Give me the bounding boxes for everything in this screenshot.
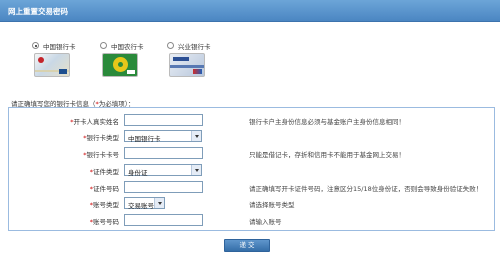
chevron-down-icon[interactable] — [191, 165, 201, 175]
label-account-number: *账号号码 — [89, 218, 119, 226]
hint-account-number: 请输入账号 — [249, 218, 282, 226]
account-type-value: 交易账号 — [128, 202, 154, 210]
card-type-value: 中国银行卡 — [128, 135, 161, 143]
hint-id-number: 请正确填写开卡证件号码，注意区分15/18位身份证，否则会导致身份验证失败！ — [249, 185, 483, 193]
cib-card-icon[interactable] — [169, 53, 205, 77]
radio-boc[interactable] — [32, 42, 39, 49]
hint-account-type: 请选择账号类型 — [249, 201, 295, 209]
id-number-input[interactable] — [124, 181, 203, 193]
account-number-input[interactable] — [124, 214, 203, 226]
page-title: 网上重置交易密码 — [8, 7, 68, 16]
page-header: 网上重置交易密码 — [0, 0, 500, 22]
chevron-down-icon[interactable] — [154, 198, 164, 208]
hint-card-number: 只能是借记卡，存折和信用卡不能用于基金网上交易！ — [249, 151, 405, 159]
account-holder-name-input[interactable] — [124, 114, 203, 126]
label-id-number: *证件号码 — [89, 185, 119, 193]
bank-name-abc: 中国农行卡 — [111, 43, 144, 51]
id-type-select[interactable]: 身份证 — [124, 164, 202, 177]
chevron-down-icon[interactable] — [191, 131, 201, 141]
id-type-value: 身份证 — [128, 169, 148, 177]
abc-card-icon[interactable] — [102, 53, 138, 77]
row-account-type: *账号类型 交易账号 请选择账号类型 — [9, 197, 494, 211]
hint-account-holder-name: 银行卡户主身份信息必须与基金账户主身份信息相同！ — [249, 118, 405, 126]
bank-name-cib: 兴业银行卡 — [178, 43, 211, 51]
boc-card-icon[interactable] — [34, 53, 70, 77]
row-account-holder-name: *开卡人真实姓名 银行卡户主身份信息必须与基金账户主身份信息相同！ — [9, 114, 494, 128]
label-card-type: *银行卡类型 — [83, 134, 119, 142]
submit-button[interactable]: 递 交 — [224, 239, 270, 252]
radio-cib[interactable] — [167, 42, 174, 49]
account-type-select[interactable]: 交易账号 — [124, 197, 165, 210]
label-account-type: *账号类型 — [89, 201, 119, 209]
label-card-number: *银行卡卡号 — [83, 151, 119, 159]
card-type-select[interactable]: 中国银行卡 — [124, 130, 202, 143]
row-id-number: *证件号码 请正确填写开卡证件号码，注意区分15/18位身份证，否则会导致身份验… — [9, 181, 494, 195]
row-id-type: *证件类型 身份证 — [9, 164, 494, 178]
row-account-number: *账号号码 请输入账号 — [9, 214, 494, 228]
bank-option-cib[interactable]: 兴业银行卡 — [167, 41, 247, 81]
radio-abc[interactable] — [100, 42, 107, 49]
row-card-number: *银行卡卡号 只能是借记卡，存折和信用卡不能用于基金网上交易！ — [9, 147, 494, 161]
label-account-holder-name: *开卡人真实姓名 — [70, 118, 119, 126]
card-number-input[interactable] — [124, 147, 203, 159]
label-id-type: *证件类型 — [89, 168, 119, 176]
bank-info-form: *开卡人真实姓名 银行卡户主身份信息必须与基金账户主身份信息相同！ *银行卡类型… — [8, 107, 495, 231]
row-card-type: *银行卡类型 中国银行卡 — [9, 130, 494, 144]
bank-name-boc: 中国银行卡 — [43, 43, 76, 51]
